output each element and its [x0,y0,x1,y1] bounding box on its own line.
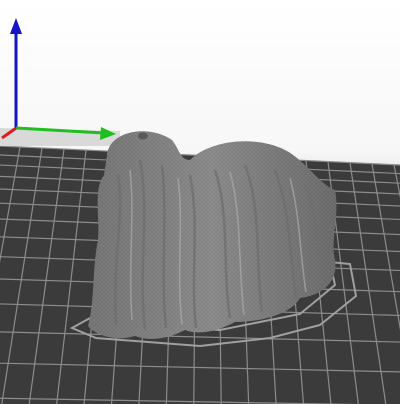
3d-viewport[interactable] [0,0,400,404]
axis-gizmo [1,18,116,140]
z-axis-arrowhead [10,18,22,34]
model-top-opening [138,132,148,140]
build-plate-scene[interactable] [0,0,400,404]
